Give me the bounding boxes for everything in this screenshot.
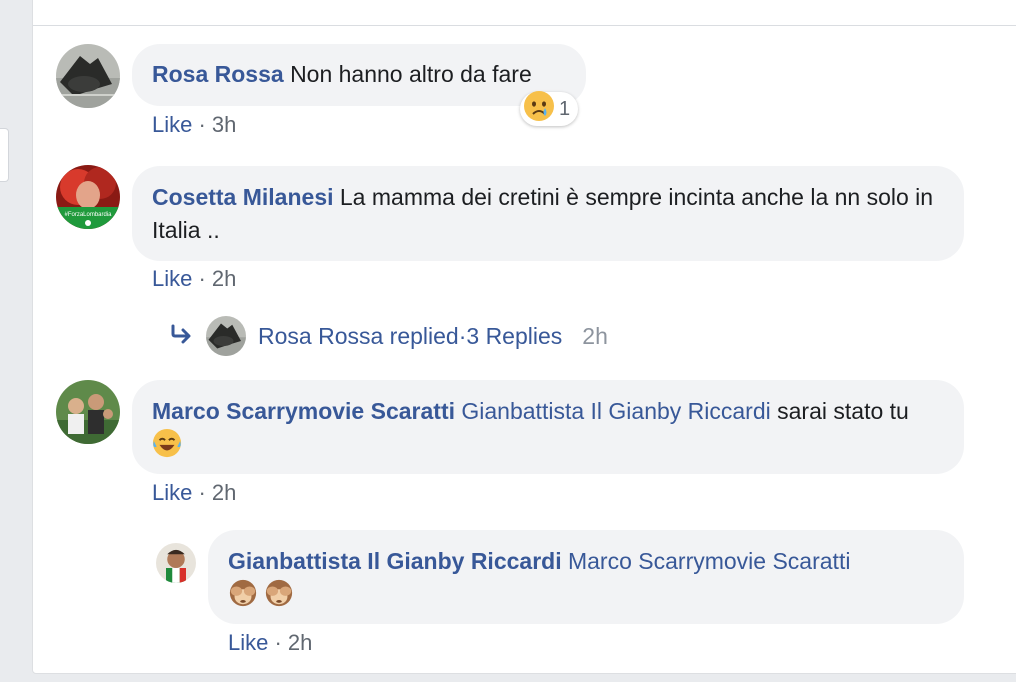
- comment-actions: Like · 2h: [152, 266, 236, 292]
- avatar[interactable]: [56, 44, 120, 108]
- like-button[interactable]: Like: [152, 112, 192, 137]
- reply-arrow-icon: [170, 323, 194, 350]
- separator: ·: [192, 266, 212, 291]
- view-replies-row[interactable]: Rosa Rossa replied · 3 Replies 2h: [170, 316, 608, 356]
- comment-text: Non hanno altro da fare: [290, 61, 532, 87]
- comment-author-link[interactable]: Cosetta Milanesi: [152, 184, 334, 210]
- comment-author-link[interactable]: Marco Scarrymovie Scaratti: [152, 398, 455, 424]
- mention-link[interactable]: Marco Scarrymovie Scaratti: [568, 548, 850, 574]
- reaction-count: 1: [559, 97, 571, 120]
- like-button[interactable]: Like: [152, 266, 192, 291]
- mention-link[interactable]: Gianbattista Il Gianby Riccardi: [461, 398, 770, 424]
- reaction-summary[interactable]: 1: [520, 90, 579, 128]
- timestamp[interactable]: 3h: [212, 112, 236, 137]
- comment-bubble: Cosetta Milanesi La mamma dei cretini è …: [132, 166, 964, 261]
- comment-bubble: Marco Scarrymovie Scaratti Gianbattista …: [132, 380, 964, 474]
- side-panel-tab[interactable]: [0, 128, 9, 182]
- comment-bubble: Rosa Rossa Non hanno altro da fare: [132, 44, 586, 106]
- comment-actions: Like · 3h: [152, 112, 236, 138]
- timestamp[interactable]: 2h: [212, 480, 236, 505]
- see-no-evil-monkey-emoji: [264, 578, 294, 617]
- reply-bubble: Gianbattista Il Gianby Riccardi Marco Sc…: [208, 530, 964, 624]
- separator: ·: [192, 480, 212, 505]
- replies-count-link[interactable]: 3 Replies: [466, 323, 562, 350]
- tears-of-joy-emoji: [152, 428, 182, 467]
- avatar[interactable]: [156, 543, 196, 583]
- timestamp[interactable]: 2h: [288, 630, 312, 655]
- replies-timestamp: 2h: [582, 322, 608, 349]
- avatar-badge-text: #ForzaLombardia: [64, 212, 112, 218]
- like-button[interactable]: Like: [228, 630, 268, 655]
- separator: ·: [458, 322, 467, 349]
- comment-actions: Like · 2h: [152, 480, 236, 506]
- comment-author-link[interactable]: Rosa Rossa: [152, 61, 284, 87]
- avatar[interactable]: [56, 380, 120, 444]
- separator: ·: [268, 630, 288, 655]
- timestamp[interactable]: 2h: [212, 266, 236, 291]
- comment-actions: Like · 2h: [228, 630, 312, 656]
- like-button[interactable]: Like: [152, 480, 192, 505]
- separator: ·: [192, 112, 212, 137]
- top-divider: [33, 25, 1016, 26]
- avatar[interactable]: #ForzaLombardia: [56, 165, 120, 229]
- comment-text: sarai stato tu: [777, 398, 909, 424]
- avatar: [206, 316, 246, 356]
- crying-face-emoji: [523, 90, 555, 128]
- replies-author-text[interactable]: Rosa Rossa replied: [258, 323, 459, 350]
- comment-author-link[interactable]: Gianbattista Il Gianby Riccardi: [228, 548, 562, 574]
- see-no-evil-monkey-emoji: [228, 578, 258, 617]
